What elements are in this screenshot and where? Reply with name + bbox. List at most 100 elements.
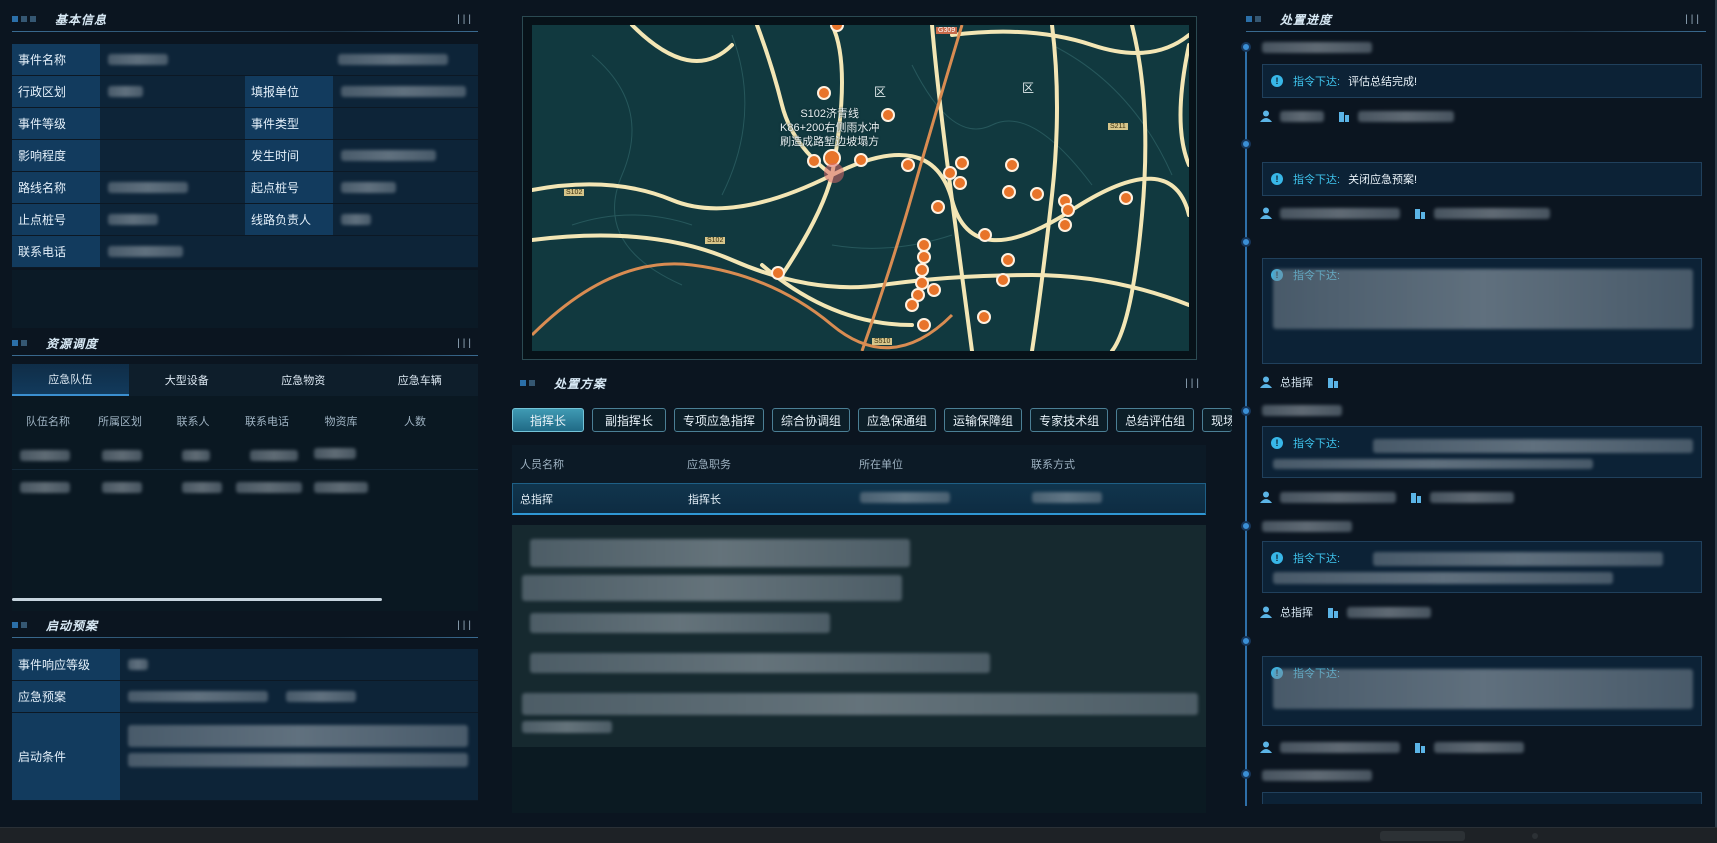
incident-map[interactable]: 区 区 S102济青线 K86+200右侧雨水冲 刷造成路堑边坡塌方 S102 … xyxy=(532,25,1189,351)
redacted-text xyxy=(128,659,148,670)
group-tab-transport[interactable]: 运输保障组 xyxy=(944,408,1023,432)
redacted-text xyxy=(530,653,990,673)
redacted-text xyxy=(1273,572,1613,584)
horizontal-scrollbar[interactable] xyxy=(12,598,382,601)
value-response-level xyxy=(120,649,478,680)
map-svg xyxy=(532,25,1189,351)
redacted-text xyxy=(314,482,368,493)
group-tab-traffic[interactable]: 应急保通组 xyxy=(858,408,937,432)
plan-start-grid: 事件响应等级 应急预案 启动条件 xyxy=(12,649,478,801)
timeline-dot xyxy=(1241,769,1251,779)
info-row-name: 事件名称 xyxy=(12,44,478,76)
redacted-text xyxy=(20,450,70,461)
command-person: 总指挥 xyxy=(1280,607,1313,619)
redacted-text xyxy=(1273,459,1593,469)
header-underline xyxy=(12,355,478,356)
value-route xyxy=(100,172,245,203)
info-icon: ! xyxy=(1271,552,1283,564)
redacted-text xyxy=(250,450,298,461)
basic-info-title: 基本信息 xyxy=(55,12,108,27)
redacted-text xyxy=(128,753,468,767)
group-tab-evaluation[interactable]: 总结评估组 xyxy=(1116,408,1195,432)
header-square-icon xyxy=(21,16,27,22)
road-badge: G309 xyxy=(936,27,958,34)
tab-emergency-supplies[interactable]: 应急物资 xyxy=(245,364,362,396)
redacted-text xyxy=(338,54,448,65)
panel-more-icon[interactable]: ||| xyxy=(457,338,474,349)
info-row-phone: 联系电话 xyxy=(12,236,478,268)
redacted-text xyxy=(108,86,143,97)
group-tab-deputy[interactable]: 副指挥长 xyxy=(592,408,666,432)
plan-row-condition: 启动条件 xyxy=(12,713,478,801)
road-badge: S510 xyxy=(872,338,893,345)
command-person-row: 总指挥 xyxy=(1260,373,1347,391)
tab-large-equipment[interactable]: 大型设备 xyxy=(129,364,246,396)
command-card: ! 指令下达: xyxy=(1262,656,1702,726)
redacted-text xyxy=(860,491,950,503)
label-phone: 联系电话 xyxy=(12,236,100,267)
timeline-dot xyxy=(1241,636,1251,646)
header-underline xyxy=(1246,31,1706,32)
redacted-text xyxy=(182,482,222,493)
resources-table-head: 队伍名称 所属区划 联系人 联系电话 物资库 人数 xyxy=(12,413,452,429)
redacted-text xyxy=(182,450,210,461)
user-icon xyxy=(1260,376,1272,388)
redacted-text xyxy=(108,182,188,193)
table-row[interactable] xyxy=(12,472,478,502)
col-contact: 联系人 xyxy=(176,416,210,428)
col-count: 人数 xyxy=(404,416,426,428)
group-tab-special[interactable]: 专项应急指挥 xyxy=(674,408,765,432)
group-tab-expert[interactable]: 专家技术组 xyxy=(1030,408,1109,432)
label-event-name: 事件名称 xyxy=(12,44,100,75)
basic-info-header: 基本信息 ||| xyxy=(12,8,478,32)
tab-emergency-team[interactable]: 应急队伍 xyxy=(12,364,129,396)
status-pill xyxy=(1380,831,1465,841)
redacted-text xyxy=(1373,439,1693,453)
table-row[interactable]: 总指挥 指挥长 xyxy=(512,483,1206,515)
incident-location-icon xyxy=(824,163,844,183)
building-icon xyxy=(1415,209,1425,219)
group-tab-coordination[interactable]: 综合协调组 xyxy=(772,408,851,432)
info-row-end: 止点桩号 线路负责人 xyxy=(12,204,478,236)
info-row-route: 路线名称 起点桩号 xyxy=(12,172,478,204)
basic-info-empty-area xyxy=(12,270,478,328)
command-person-row xyxy=(1260,107,1454,125)
user-icon xyxy=(1260,491,1272,503)
col-unit: 所在单位 xyxy=(859,459,903,471)
group-tab-commander[interactable]: 指挥长 xyxy=(512,408,584,432)
header-square-icon xyxy=(12,622,18,628)
panel-more-icon[interactable]: ||| xyxy=(1185,378,1202,389)
cell-name: 总指挥 xyxy=(520,493,553,506)
header-square-icon xyxy=(21,340,27,346)
info-row-region: 行政区划 填报单位 xyxy=(12,76,478,108)
command-person-row xyxy=(1260,738,1524,756)
header-square-icon xyxy=(529,380,535,386)
redacted-text xyxy=(1280,110,1324,122)
info-icon: ! xyxy=(1271,173,1283,185)
resources-tabs: 应急队伍 大型设备 应急物资 应急车辆 xyxy=(12,364,478,396)
panel-more-icon[interactable]: ||| xyxy=(457,620,474,631)
col-depot: 物资库 xyxy=(324,416,358,428)
tab-emergency-vehicles[interactable]: 应急车辆 xyxy=(362,364,479,396)
resources-header: 资源调度 ||| xyxy=(12,332,478,356)
redacted-text xyxy=(1430,491,1514,503)
panel-more-icon[interactable]: ||| xyxy=(1685,14,1702,25)
header-underline xyxy=(12,637,478,638)
group-tab-onsite[interactable]: 现场 xyxy=(1202,408,1233,432)
panel-more-icon[interactable]: ||| xyxy=(457,14,474,25)
value-event-level xyxy=(100,108,245,139)
redacted-text xyxy=(341,86,466,97)
redacted-text xyxy=(1373,552,1663,566)
cell-duty: 指挥长 xyxy=(688,493,721,506)
info-row-level: 事件等级 事件类型 xyxy=(12,108,478,140)
redacted-text xyxy=(108,54,168,65)
redacted-text xyxy=(341,214,371,225)
value-region xyxy=(100,76,245,107)
table-row[interactable] xyxy=(12,440,478,470)
redacted-text xyxy=(108,246,183,257)
timeline-dot xyxy=(1241,237,1251,247)
user-icon xyxy=(1260,606,1272,618)
redacted-text xyxy=(1280,741,1400,753)
building-icon xyxy=(1411,493,1421,503)
timeline-dot xyxy=(1241,139,1251,149)
